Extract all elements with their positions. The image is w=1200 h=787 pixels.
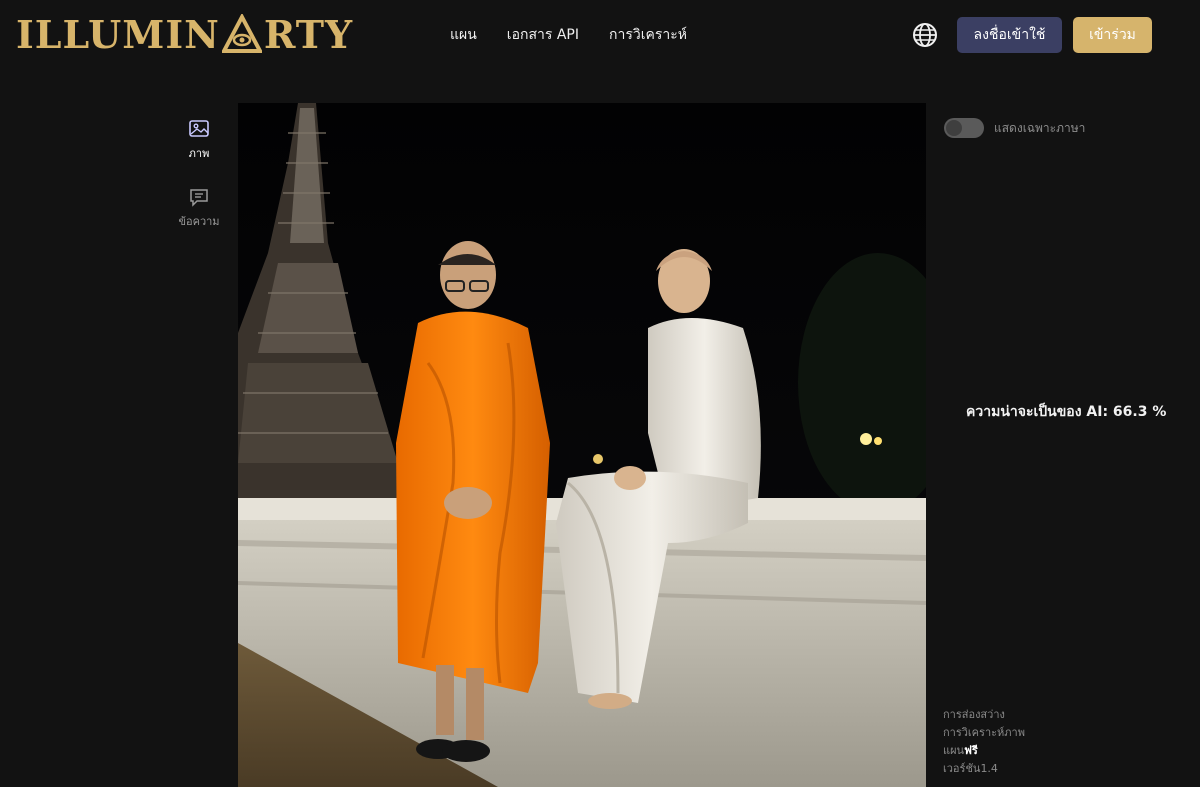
plan-value: ฟรี	[964, 744, 978, 757]
nav-plans[interactable]: แผน	[450, 24, 477, 46]
nav-analysis[interactable]: การวิเคราะห์	[609, 24, 687, 46]
logo[interactable]: ILLUMIN RTY	[16, 11, 354, 57]
logo-text-part2: RTY	[263, 11, 354, 57]
login-button[interactable]: ลงชื่อเข้าใช้	[957, 17, 1062, 53]
footer-line-version: เวอร์ชัน1.4	[943, 760, 1025, 778]
main-nav: แผน เอกสาร API การวิเคราะห์	[450, 24, 687, 46]
globe-icon[interactable]	[912, 22, 938, 48]
tab-text-label: ข้อความ	[178, 215, 220, 228]
version-label: เวอร์ชัน	[943, 762, 981, 775]
footer-info: การส่องสว่าง การวิเคราะห์ภาพ แผนฟรี เวอร…	[943, 706, 1025, 778]
tab-image[interactable]: ภาพ	[170, 118, 228, 162]
plan-label: แผน	[943, 744, 965, 757]
footer-line-plan: แผนฟรี	[943, 742, 1025, 760]
version-value: 1.4	[980, 762, 998, 775]
footer-line-analysis: การวิเคราะห์ภาพ	[943, 726, 1025, 739]
tab-image-label: ภาพ	[188, 147, 210, 160]
logo-text-part1: ILLUMIN	[16, 11, 220, 57]
eye-triangle-logo-icon	[221, 14, 262, 53]
ai-probability: ความน่าจะเป็นของ AI: 66.3 %	[966, 404, 1167, 420]
toggle-label: แสดงเฉพาะภาษา	[994, 120, 1086, 135]
language-only-toggle[interactable]: แสดงเฉพาะภาษา	[944, 118, 1085, 138]
nav-api-docs[interactable]: เอกสาร API	[507, 24, 579, 46]
tab-text[interactable]: ข้อความ	[170, 186, 228, 230]
footer-line-illumination: การส่องสว่าง	[943, 708, 1005, 721]
chat-icon	[190, 189, 208, 207]
join-button[interactable]: เข้าร่วม	[1073, 17, 1152, 53]
toggle-switch[interactable]	[944, 118, 984, 138]
header: ILLUMIN RTY แผน เอกสาร API การวิเคราะห์ …	[0, 0, 1200, 72]
analyzed-image	[238, 103, 926, 787]
image-icon	[189, 120, 209, 137]
toggle-knob	[946, 120, 962, 136]
